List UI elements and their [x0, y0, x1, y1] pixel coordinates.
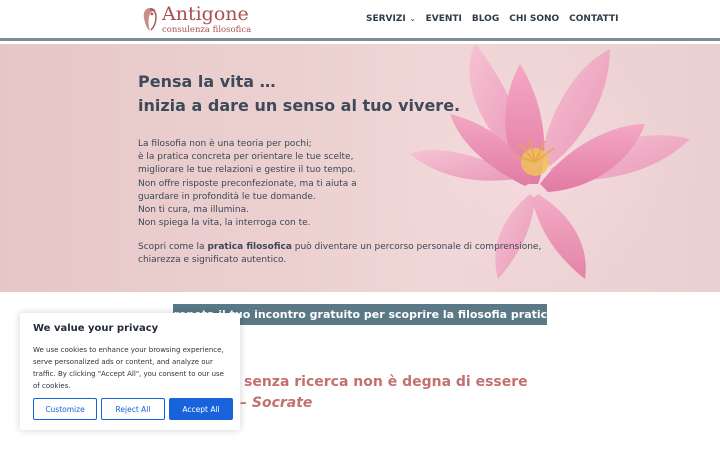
- hero-body-line: La filosofia non è una teoria per pochi;: [138, 139, 312, 149]
- main-nav: SERVIZI ⌄ EVENTI BLOG CHI SONO CONTATTI: [366, 14, 629, 24]
- nav-contatti[interactable]: CONTATTI: [569, 14, 618, 24]
- hero-heading-line1: Pensa la vita …: [138, 72, 276, 91]
- cookie-buttons: Customize Reject All Accept All: [33, 398, 233, 420]
- cookie-text: We use cookies to enhance your browsing …: [33, 346, 224, 390]
- site-header: Antigone consulenza filosofica SERVIZI ⌄…: [0, 0, 720, 41]
- hero-section: Pensa la vita … inizia a dare un senso a…: [0, 44, 720, 292]
- logo-title: Antigone: [162, 3, 249, 25]
- hero-body-line: guardare in profondità le tue domande.: [138, 191, 316, 202]
- chevron-down-icon: ⌄: [409, 15, 416, 23]
- hero-body-line: è la pratica concreta per orientare le t…: [138, 152, 354, 163]
- nav-eventi[interactable]: EVENTI: [426, 14, 462, 24]
- nav-chi-sono[interactable]: CHI SONO: [509, 14, 559, 24]
- nav-blog-label: BLOG: [471, 14, 500, 24]
- cookie-title: We value your privacy: [33, 323, 159, 334]
- nav-eventi-label: EVENTI: [425, 14, 462, 24]
- reject-all-button[interactable]: Reject All: [101, 398, 165, 420]
- site-logo[interactable]: Antigone consulenza filosofica: [141, 5, 251, 37]
- hero-body: La filosofia non è una teoria per pochi;…: [138, 138, 357, 230]
- hero-body-line: Non offre risposte preconfezionate, ma t…: [138, 178, 357, 189]
- hero-body-line: Non ti cura, ma illumina.: [138, 205, 249, 216]
- hero-body-line: Non spiega la vita, la interroga con te.: [138, 218, 311, 229]
- nav-servizi[interactable]: SERVIZI ⌄: [366, 14, 416, 24]
- hero-cta-prefix: Scopri come la: [138, 242, 208, 252]
- hero-cta-text: Scopri come la pratica filosofica può di…: [138, 241, 558, 267]
- accept-all-button[interactable]: Accept All: [169, 398, 233, 420]
- quote-line1: senza ricerca non è degna di essere: [244, 374, 528, 390]
- quote-author: – Socrate: [240, 395, 313, 411]
- logo-emblem-icon: [141, 5, 159, 33]
- hero-heading-line2: inizia a dare un senso al tuo vivere.: [138, 96, 461, 115]
- customize-button[interactable]: Customize: [33, 398, 97, 420]
- nav-chi-sono-label: CHI SONO: [509, 14, 560, 24]
- hero-cta-bold: pratica filosofica: [207, 242, 292, 252]
- nav-blog[interactable]: BLOG: [472, 14, 499, 24]
- cookie-consent-banner: We value your privacy We use cookies to …: [20, 313, 240, 430]
- nav-contatti-label: CONTATTI: [569, 14, 619, 24]
- hero-heading: Pensa la vita … inizia a dare un senso a…: [138, 70, 460, 118]
- logo-subtitle: consulenza filosofica: [162, 25, 252, 35]
- nav-servizi-label: SERVIZI: [366, 14, 406, 24]
- hero-body-line: migliorare le tue relazioni e gestire il…: [138, 165, 356, 176]
